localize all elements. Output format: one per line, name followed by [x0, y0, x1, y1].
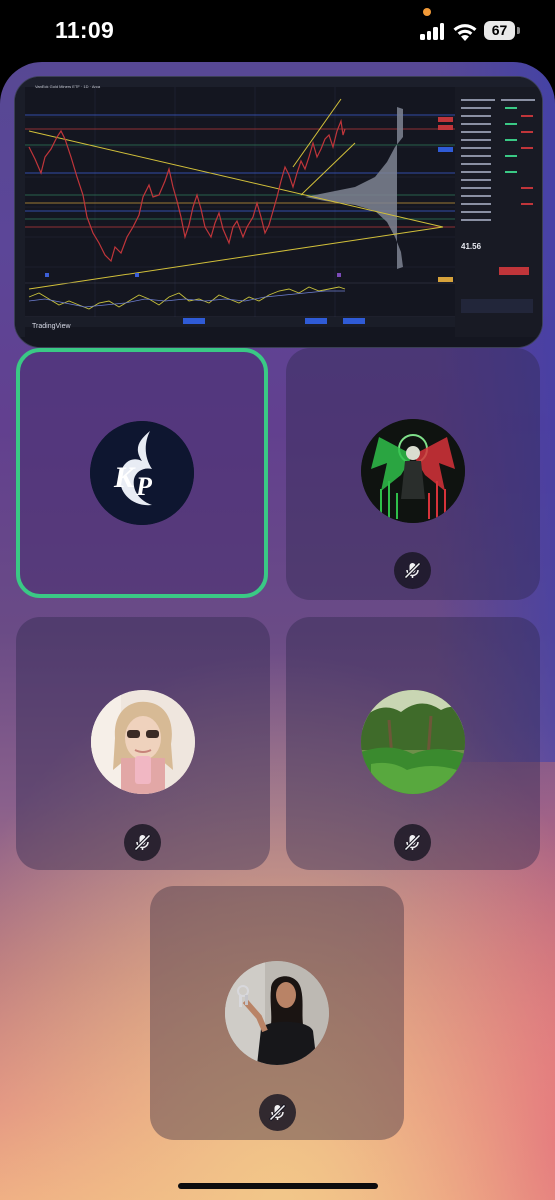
battery-indicator: 67: [484, 21, 515, 40]
status-bar: 11:09 67: [0, 0, 555, 62]
chart-symbol-title: VanEck Gold Miners ETF · 1D · Arca: [35, 84, 101, 89]
privacy-indicator-dot: [423, 8, 431, 16]
angel-skeleton-icon: [361, 419, 465, 523]
status-time: 11:09: [55, 17, 115, 43]
svg-text:K: K: [113, 461, 136, 494]
participant-tile[interactable]: [286, 348, 540, 600]
cellular-signal-icon: [420, 22, 446, 40]
mic-muted-button[interactable]: [394, 552, 431, 589]
video-call-stage: 41.56 VanEck Gold Miners ETF · 1D · Arca…: [0, 62, 555, 1200]
wifi-icon: [453, 24, 477, 41]
woman-holding-keys-photo: [225, 961, 329, 1065]
participant-tile-active[interactable]: K P: [16, 348, 268, 598]
tradingview-label: TradingView: [32, 323, 71, 330]
mic-off-icon: [403, 833, 422, 852]
kp-logo-avatar: K P: [90, 421, 194, 525]
mic-muted-button[interactable]: [259, 1094, 296, 1131]
battery-cap: [517, 27, 520, 34]
mic-off-icon: [268, 1103, 287, 1122]
mic-off-icon: [133, 833, 152, 852]
participant-tile[interactable]: [150, 886, 404, 1140]
kp-logo-icon: K P: [90, 421, 194, 525]
woman-holding-keys-avatar: [225, 961, 329, 1065]
screen-share-tile[interactable]: 41.56 VanEck Gold Miners ETF · 1D · Arca…: [14, 76, 543, 348]
participant-tile[interactable]: [16, 617, 270, 870]
palm-trees-avatar: [361, 690, 465, 794]
home-indicator[interactable]: [178, 1183, 378, 1189]
mic-muted-button[interactable]: [394, 824, 431, 861]
palm-trees-photo: [361, 690, 465, 794]
last-price-text: 41.56: [461, 242, 482, 251]
mic-off-icon: [403, 561, 422, 580]
woman-sunglasses-photo: [91, 690, 195, 794]
trading-chart-screenshot: 41.56 VanEck Gold Miners ETF · 1D · Arca: [15, 77, 542, 347]
woman-sunglasses-avatar: [91, 690, 195, 794]
angel-skeleton-avatar: [361, 419, 465, 523]
svg-text:P: P: [135, 472, 153, 501]
mic-muted-button[interactable]: [124, 824, 161, 861]
participant-tile[interactable]: [286, 617, 540, 870]
